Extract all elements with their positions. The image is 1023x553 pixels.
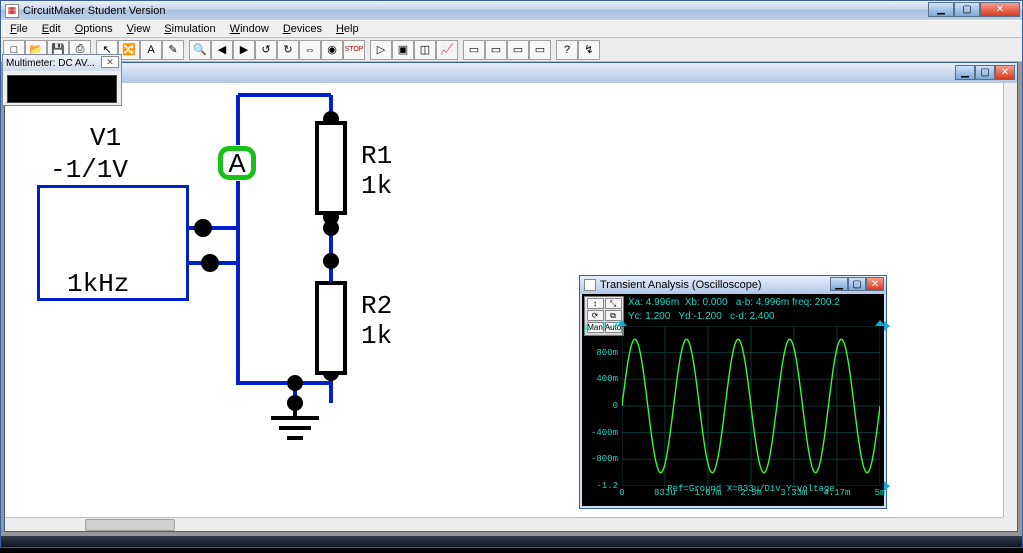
- tb-mir-button[interactable]: ⇔: [299, 40, 321, 60]
- scope-plot-svg: [622, 326, 880, 486]
- scope-body: ↕ ⤡ ⟳ ⧉ Man Auto Xa: 4.996m Xb: 0.000 a-…: [582, 294, 884, 506]
- app-minimize-button[interactable]: ▁: [928, 2, 954, 17]
- xtick-3: 2.5m: [740, 488, 762, 498]
- schematic-vscroll[interactable]: [1003, 83, 1017, 517]
- scope-cursor-readout: Xa: 4.996m Xb: 0.000 a-b: 4.996m freq: 2…: [628, 296, 880, 322]
- cursor-xb-marker[interactable]: [617, 320, 627, 326]
- menu-bar: File Edit Options View Simulation Window…: [1, 20, 1022, 38]
- schematic-window: .ckt* 400%(1) ▁ ▢ ✕: [4, 62, 1018, 532]
- ytick-3: 0: [613, 401, 618, 411]
- ytick-1: 800m: [596, 348, 618, 358]
- scope-minimize-button[interactable]: ▁: [830, 277, 848, 291]
- ytick-4: -400m: [591, 428, 618, 438]
- menu-help[interactable]: Help: [329, 21, 366, 37]
- toolbar: □ 📂 💾 ⎙ ↖ 🔀 A ✎ 🔍 ◀ ▶ ↺ ↻ ⇔ ◉ STOP ▷ ▣ ◫…: [1, 38, 1022, 62]
- app-maximize-button[interactable]: ▢: [954, 2, 980, 17]
- tb-extra4-button[interactable]: ▭: [529, 40, 551, 60]
- xtick-0: 0: [619, 488, 624, 498]
- scroll-corner: [1003, 517, 1017, 531]
- app-window: ▦ CircuitMaker Student Version ▁ ▢ ✕ Fil…: [0, 0, 1023, 548]
- app-icon: ▦: [5, 4, 19, 18]
- xtick-5: 4.17m: [823, 488, 850, 498]
- app-titlebar: ▦ CircuitMaker Student Version ▁ ▢ ✕: [1, 1, 1022, 20]
- hscroll-thumb[interactable]: [85, 519, 175, 531]
- schematic-hscroll[interactable]: [5, 517, 1003, 531]
- ammeter[interactable]: A: [218, 146, 256, 180]
- menu-window[interactable]: Window: [223, 21, 276, 37]
- tb-delete-button[interactable]: ✎: [162, 40, 184, 60]
- label-v1: V1: [90, 123, 121, 153]
- tb-run-button[interactable]: ▷: [370, 40, 392, 60]
- tb-fit-button[interactable]: ↺: [255, 40, 277, 60]
- scope-ctrl-2[interactable]: ⤡: [605, 298, 622, 309]
- tb-rot-button[interactable]: ↻: [277, 40, 299, 60]
- schematic-minimize-button[interactable]: ▁: [955, 65, 975, 80]
- oscilloscope-window[interactable]: Transient Analysis (Oscilloscope) ▁ ▢ ✕ …: [579, 275, 887, 509]
- label-r2-name: R2: [361, 291, 392, 321]
- tb-zin-button[interactable]: ◀: [211, 40, 233, 60]
- ytick-0: 1.2: [602, 321, 618, 331]
- label-r1-val: 1k: [361, 171, 392, 201]
- os-taskbar[interactable]: [1, 536, 1022, 547]
- scope-ctrl-1[interactable]: ↕: [587, 298, 604, 309]
- menu-edit[interactable]: Edit: [35, 21, 68, 37]
- tb-zout-button[interactable]: ▶: [233, 40, 255, 60]
- cursor-yc-marker[interactable]: [884, 321, 890, 331]
- tb-scope-button[interactable]: 📈: [436, 40, 458, 60]
- label-vfreq: 1kHz: [67, 269, 129, 299]
- mdi-client: .ckt* 400%(1) ▁ ▢ ✕: [1, 62, 1022, 536]
- menu-file[interactable]: File: [3, 21, 35, 37]
- tb-pause-button[interactable]: ◫: [414, 40, 436, 60]
- scope-plot[interactable]: Ref=Ground X=833u/Div Y=voltage: [622, 326, 880, 486]
- scope-ctrl-3[interactable]: ⟳: [587, 310, 604, 321]
- tb-text-button[interactable]: A: [140, 40, 162, 60]
- scope-x-axis: 0 833u 1.67m 2.5m 3.33m 4.17m 5m: [622, 488, 880, 504]
- tb-probe-button[interactable]: ◉: [321, 40, 343, 60]
- tb-extra2-button[interactable]: ▭: [485, 40, 507, 60]
- ammeter-label: A: [228, 148, 245, 179]
- multimeter-close-button[interactable]: ✕: [101, 56, 119, 68]
- ytick-6: -1.2: [596, 481, 618, 491]
- scope-titlebar[interactable]: Transient Analysis (Oscilloscope) ▁ ▢ ✕: [580, 276, 886, 294]
- scope-maximize-button[interactable]: ▢: [848, 277, 866, 291]
- app-close-button[interactable]: ✕: [980, 2, 1020, 17]
- schematic-canvas[interactable]: V1 -1/1V 1kHz R1 1k R2 1k A Transient An…: [5, 83, 1003, 517]
- tb-extra1-button[interactable]: ▭: [463, 40, 485, 60]
- tb-help2-button[interactable]: ↯: [578, 40, 600, 60]
- scope-title-text: Transient Analysis (Oscilloscope): [600, 279, 762, 291]
- xtick-1: 833u: [654, 488, 676, 498]
- scope-close-button[interactable]: ✕: [866, 277, 884, 291]
- tb-step-button[interactable]: ▣: [392, 40, 414, 60]
- tb-zoom-button[interactable]: 🔍: [189, 40, 211, 60]
- label-r2-val: 1k: [361, 321, 392, 351]
- xtick-2: 1.67m: [694, 488, 721, 498]
- scope-icon: [584, 279, 596, 291]
- tb-extra3-button[interactable]: ▭: [507, 40, 529, 60]
- scope-y-axis: 1.2 800m 400m 0 -400m -800m -1.2: [584, 326, 620, 486]
- ytick-5: -800m: [591, 454, 618, 464]
- tb-stop-button[interactable]: STOP: [343, 40, 365, 60]
- multimeter-window[interactable]: Multimeter: DC AV... ✕: [2, 54, 122, 106]
- xtick-6: 5m: [875, 488, 886, 498]
- multimeter-title: Multimeter: DC AV...: [6, 58, 95, 69]
- menu-devices[interactable]: Devices: [276, 21, 329, 37]
- menu-simulation[interactable]: Simulation: [157, 21, 222, 37]
- schematic-close-button[interactable]: ✕: [995, 65, 1015, 80]
- schematic-titlebar[interactable]: .ckt* 400%(1) ▁ ▢ ✕: [5, 63, 1017, 83]
- tb-help-button[interactable]: ?: [556, 40, 578, 60]
- multimeter-display: [7, 75, 117, 103]
- menu-options[interactable]: Options: [68, 21, 120, 37]
- label-r1-name: R1: [361, 141, 392, 171]
- label-vamp: -1/1V: [50, 155, 128, 185]
- xtick-4: 3.33m: [780, 488, 807, 498]
- menu-view[interactable]: View: [120, 21, 158, 37]
- app-title: CircuitMaker Student Version: [23, 5, 165, 17]
- schematic-maximize-button[interactable]: ▢: [975, 65, 995, 80]
- multimeter-titlebar[interactable]: Multimeter: DC AV... ✕: [3, 55, 121, 71]
- ytick-2: 400m: [596, 374, 618, 384]
